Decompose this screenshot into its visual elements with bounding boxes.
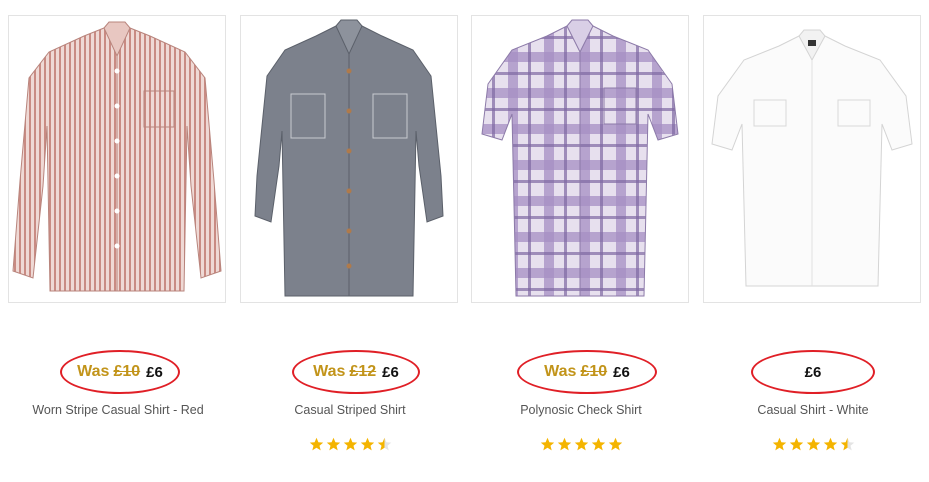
star-full-icon — [326, 438, 340, 451]
was-label: Was — [313, 363, 346, 380]
star-half-icon — [840, 438, 854, 451]
star-full-icon — [309, 438, 323, 451]
star-full-icon — [360, 438, 374, 451]
star-rating — [240, 436, 460, 454]
old-price: £10 — [113, 363, 141, 380]
star-half-icon — [377, 438, 391, 451]
red-striped-shirt-image — [12, 21, 222, 292]
was-label: Was — [544, 363, 577, 380]
grey-chambray-shirt-image — [254, 19, 444, 297]
star-full-icon — [772, 438, 786, 451]
price-highlight-oval: £6 — [751, 350, 875, 394]
product-card-casual-white[interactable]: £6 Casual Shirt - White — [703, 15, 923, 481]
star-full-icon — [557, 438, 571, 451]
product-image[interactable] — [703, 15, 921, 303]
sale-price: £6 — [804, 363, 822, 381]
product-card-polynosic-check[interactable]: Was £10 £6 Polynosic Check Shirt — [471, 15, 691, 481]
old-price: £10 — [580, 363, 608, 380]
product-image[interactable] — [240, 15, 458, 303]
star-full-icon — [823, 438, 837, 451]
purple-check-shirt-image — [481, 19, 679, 297]
star-full-icon — [574, 438, 588, 451]
product-name-link[interactable]: Polynosic Check Shirt — [471, 403, 691, 417]
price-highlight-oval: Was £10 £6 — [517, 350, 657, 394]
star-full-icon — [591, 438, 605, 451]
product-name-link[interactable]: Casual Striped Shirt — [240, 403, 460, 417]
star-rating — [703, 436, 923, 454]
price-highlight-oval: Was £10 £6 — [60, 350, 180, 394]
product-name-link[interactable]: Worn Stripe Casual Shirt - Red — [8, 403, 228, 417]
was-label: Was — [77, 363, 110, 380]
star-full-icon — [540, 438, 554, 451]
star-full-icon — [608, 438, 622, 451]
old-price: £12 — [349, 363, 377, 380]
star-full-icon — [806, 438, 820, 451]
product-image[interactable] — [8, 15, 226, 303]
product-name-link[interactable]: Casual Shirt - White — [703, 403, 923, 417]
product-image[interactable] — [471, 15, 689, 303]
sale-price: £6 — [146, 363, 163, 381]
white-shirt-image — [711, 29, 913, 287]
sale-price: £6 — [613, 363, 630, 381]
product-card-worn-stripe[interactable]: Was £10 £6 Worn Stripe Casual Shirt - Re… — [8, 15, 228, 481]
star-full-icon — [343, 438, 357, 451]
sale-price: £6 — [382, 363, 399, 381]
product-card-casual-striped[interactable]: Was £12 £6 Casual Striped Shirt — [240, 15, 460, 481]
star-full-icon — [789, 438, 803, 451]
star-rating — [471, 436, 691, 454]
price-highlight-oval: Was £12 £6 — [292, 350, 420, 394]
